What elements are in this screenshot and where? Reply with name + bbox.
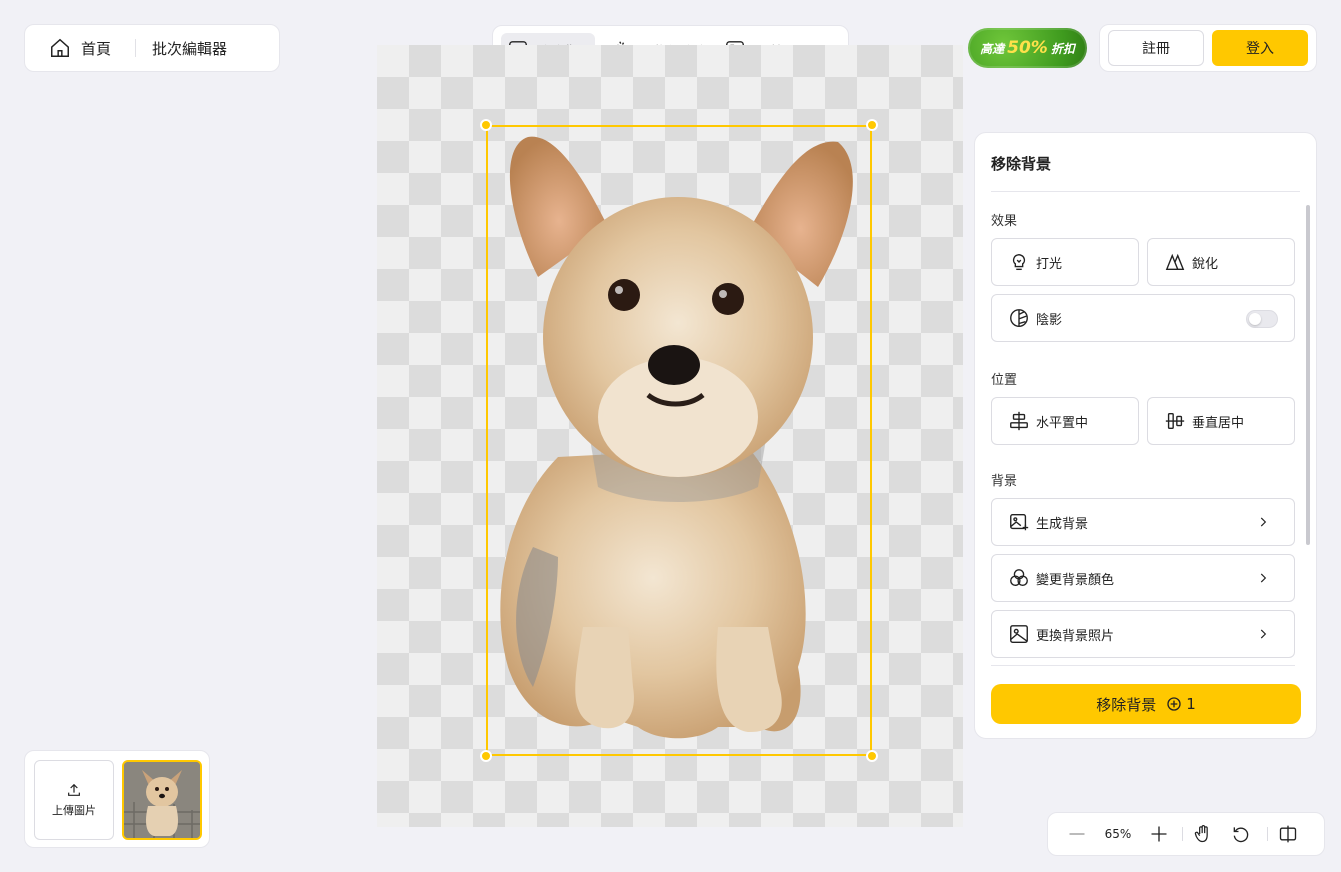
rotate-ccw-icon	[1233, 827, 1249, 843]
resize-handle-bottom-right[interactable]	[866, 750, 878, 762]
vertical-center-button[interactable]: 垂直居中	[1147, 397, 1295, 445]
home-icon	[51, 38, 69, 57]
compare-icon	[1279, 825, 1297, 843]
panel-divider	[991, 191, 1300, 192]
reset-button[interactable]	[1223, 824, 1259, 844]
lighting-button[interactable]: 打光	[991, 238, 1139, 286]
shadow-icon	[1010, 309, 1028, 327]
cta-label: 移除背景	[1096, 695, 1157, 714]
panel-title: 移除背景	[991, 155, 1052, 173]
align-horizontal-center-icon	[1010, 411, 1028, 431]
panel-scroll-divider	[991, 665, 1295, 666]
lighting-label: 打光	[1036, 256, 1063, 272]
background-heading: 背景	[991, 474, 1018, 489]
top-nav: 首頁 批次編輯器	[24, 24, 280, 72]
minus-icon	[1069, 833, 1085, 835]
dog-thumbnail-image	[124, 762, 200, 838]
credit-icon	[1167, 697, 1181, 711]
properties-panel: 移除背景 效果 打光 銳化 陰影 位置 水平置中 垂直居中 背景 生成背景 變更…	[974, 132, 1317, 739]
remove-background-cta[interactable]: 移除背景 1	[991, 684, 1301, 724]
home-link[interactable]: 首頁	[49, 37, 111, 59]
compare-button[interactable]	[1268, 824, 1308, 844]
zoom-in-button[interactable]	[1144, 824, 1174, 844]
vertical-center-label: 垂直居中	[1192, 415, 1245, 431]
shadow-option[interactable]: 陰影	[991, 294, 1295, 342]
resize-handle-top-left[interactable]	[480, 119, 492, 131]
pan-tool-button[interactable]	[1183, 824, 1223, 844]
zoom-toolbar: 65%	[1047, 812, 1325, 856]
upload-icon	[68, 783, 80, 796]
sharpen-button[interactable]: 銳化	[1147, 238, 1295, 286]
upload-label: 上傳圖片	[52, 804, 96, 817]
change-background-color-button[interactable]: 變更背景顏色	[991, 554, 1295, 602]
cta-credits: 1	[1186, 695, 1196, 713]
image-sparkle-icon	[1010, 513, 1029, 531]
register-button[interactable]: 註冊	[1108, 30, 1204, 66]
zoom-level: 65%	[1104, 827, 1132, 841]
horizontal-center-button[interactable]: 水平置中	[991, 397, 1139, 445]
hand-icon	[1194, 825, 1208, 843]
nav-divider	[135, 39, 137, 57]
color-circles-icon	[1010, 569, 1028, 587]
promo-badge[interactable]: 高達 50% 折扣	[968, 28, 1087, 68]
promo-suffix: 折扣	[1050, 41, 1075, 56]
auth-bar: 註冊 登入	[1099, 24, 1317, 72]
replace-background-photo-label: 更換背景照片	[1036, 628, 1115, 644]
chevron-right-icon	[1260, 573, 1267, 583]
generate-background-button[interactable]: 生成背景	[991, 498, 1295, 546]
image-icon	[1010, 625, 1028, 643]
panel-scrollbar[interactable]	[1306, 205, 1310, 545]
plus-icon	[1151, 826, 1167, 842]
login-button[interactable]: 登入	[1212, 30, 1308, 66]
resize-handle-top-right[interactable]	[866, 119, 878, 131]
chevron-right-icon	[1260, 629, 1267, 639]
sharpen-label: 銳化	[1192, 256, 1219, 272]
resize-handle-bottom-left[interactable]	[480, 750, 492, 762]
home-label: 首頁	[81, 39, 112, 58]
generate-background-label: 生成背景	[1036, 516, 1089, 532]
upload-image-button[interactable]: 上傳圖片	[34, 760, 114, 840]
promo-discount: 50%	[1007, 38, 1048, 58]
selection-frame[interactable]	[480, 119, 878, 762]
batch-editor-link[interactable]: 批次編輯器	[152, 38, 227, 59]
replace-background-photo-button[interactable]: 更換背景照片	[991, 610, 1295, 658]
sharpen-icon	[1165, 253, 1185, 271]
shadow-label: 陰影	[1036, 312, 1063, 328]
upload-tray: 上傳圖片	[24, 750, 210, 848]
horizontal-center-label: 水平置中	[1036, 415, 1089, 431]
image-thumbnail[interactable]	[122, 760, 202, 840]
position-heading: 位置	[991, 373, 1018, 388]
effects-heading: 效果	[991, 214, 1018, 229]
promo-prefix: 高達	[980, 41, 1005, 56]
align-vertical-center-icon	[1165, 412, 1185, 430]
shadow-toggle[interactable]	[1246, 310, 1278, 328]
zoom-out-button[interactable]	[1062, 824, 1092, 844]
lightbulb-icon	[1012, 253, 1026, 271]
chevron-right-icon	[1260, 517, 1267, 527]
change-background-color-label: 變更背景顏色	[1036, 572, 1115, 588]
